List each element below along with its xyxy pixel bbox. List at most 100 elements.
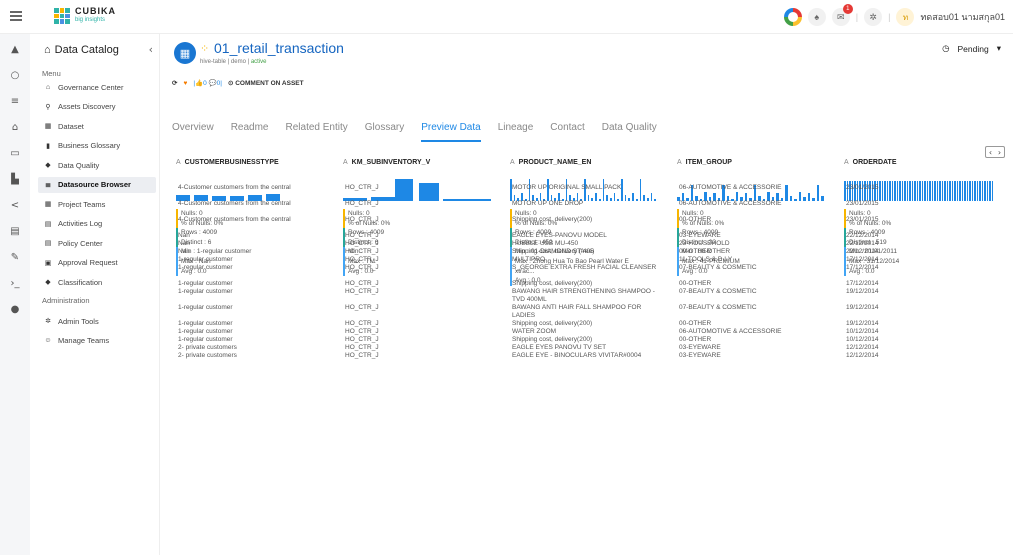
asset-tabs: Overview Readme Related Entity Glossary Prev… [172,122,657,142]
table-cell: HO_CTR_J [345,200,379,207]
menu-item-datasource-browser[interactable]: ≣ Datasource Browser [38,176,156,193]
table-cell: 1-regular customer [178,256,233,263]
menu-item-classification[interactable]: ◆ Classification [38,274,156,290]
menu-item-activities-log[interactable]: ▤ Activities Log [38,216,156,232]
menu-item-label: Policy Center [58,238,103,248]
menu-item-label: Data Quality [58,160,100,170]
bank-icon: ⌂ [44,44,51,56]
like-count[interactable]: |👍0 💬0| [193,79,222,87]
table-cell: 23/01/2015 [846,184,879,191]
heart-icon[interactable]: ♥ [183,80,187,87]
menu-item-governance-center[interactable]: ⌂ Governance Center [38,79,156,95]
circle-icon[interactable]: ○ [8,69,22,83]
tab-readme[interactable]: Readme [231,122,269,142]
bell-icon[interactable]: ♠ [807,8,826,26]
table-cell: 00-OTHER [679,216,712,223]
key-icon[interactable]: ✎ [8,251,22,265]
hive-table-icon: ▦ [174,42,196,64]
table-cell: BAWANG ANTI HAIR FALL SHAMPOO FOR LADIES [512,304,642,319]
menu-item-approval-request[interactable]: ▣ Approval Request [38,255,156,271]
tab-data-quality[interactable]: Data Quality [602,122,657,142]
brand-tagline: big insights [75,17,106,23]
table-cell: 17/12/2014 [846,280,879,287]
home-icon[interactable]: ▲ [8,43,22,57]
tab-lineage[interactable]: Lineage [498,122,534,142]
column-header[interactable]: A ITEM_GROUP [677,159,732,166]
table-cell: 23-HOUSEHOLD [679,240,730,247]
column-nav[interactable]: ‹ › [985,146,1005,158]
menu-item-label: Admin Tools [58,316,99,326]
table-cell: 00-OTHER [679,248,712,255]
loading-spinner-icon: ⁘ [200,42,210,55]
menu-item-data-quality[interactable]: ◆ Data Quality [38,157,156,173]
asset-state: active [250,59,267,65]
comment-on-asset-button[interactable]: ⊙ COMMENT ON ASSET [228,79,304,87]
table-cell: 17/12/2014 [846,264,879,271]
table-cell: EAGLE EYE - BINOCULARS VIVITAR#0004 [512,352,642,359]
menu-item-manage-teams[interactable]: ☺ Manage Teams [38,332,156,348]
share-icon[interactable]: < [8,199,22,213]
table-cell: S_GEORGE EXTRA FRESH FACIAL CLEANSER [512,264,657,271]
chevron-left-icon[interactable]: ‹ [989,148,992,157]
column-header[interactable]: A KM_SUBINVENTORY_V [343,159,430,166]
table-cell: 12/12/2014 [846,352,879,359]
admin-section-label: Administration [42,296,90,305]
logo-mark-icon [54,8,70,24]
table-cell: 1-regular customer [178,328,233,335]
type-badge: A [343,159,348,166]
menu-item-label: Project Teams [58,199,106,209]
column-header[interactable]: A CUSTOMERBUSINESSTYPE [176,159,279,166]
table-cell: MULTIPRO [512,256,546,263]
table-cell: 03-EYEWARE [679,232,721,239]
table-cell: 03-EYEWARE [679,352,721,359]
refresh-icon[interactable]: ⟳ [172,79,177,87]
username[interactable]: ทดสอบ01 นามสกุล01 [920,10,1005,24]
menu-item-business-glossary[interactable]: ▮ Business Glossary [38,138,156,154]
tab-glossary[interactable]: Glossary [365,122,404,142]
table-cell: HO_CTR_J [345,216,379,223]
menu-item-policy-center[interactable]: ▤ Policy Center [38,235,156,251]
bank-icon: ⌂ [45,83,51,91]
chart-icon[interactable]: ▙ [8,173,22,187]
chevron-down-icon: ▾ [996,43,1001,53]
apps-ring-icon[interactable] [783,8,802,26]
avatar[interactable]: ท [896,8,915,26]
menu-item-label: Assets Discovery [58,102,116,111]
table-cell: BAWANG HAIR STRENGTHENING SHAMPOO - TVD … [512,288,655,303]
chevron-right-icon[interactable]: › [998,148,1001,157]
column-header[interactable]: A ORDERDATE [844,159,897,166]
status-dropdown[interactable]: ◷ Pending ▾ [942,43,1001,54]
asset-type: hive-table [200,59,227,65]
table-cell: 06-AUTOMOTIVE & ACCESSORIE [679,184,782,191]
tab-overview[interactable]: Overview [172,122,214,142]
menu-item-dataset[interactable]: ▦ Dataset [38,118,156,134]
monitor-icon[interactable]: ▭ [8,147,22,161]
asset-meta: hive-table | demo | active [200,59,267,65]
tab-related-entity[interactable]: Related Entity [286,122,348,142]
table-cell: Shipping cost, delivery(200) [512,320,593,327]
settings-icon[interactable]: ✲ [864,8,883,26]
menu-item-admin-tools[interactable]: ✲ Admin Tools [38,313,156,329]
shield-icon: ◆ [45,162,51,169]
asset-project[interactable]: demo [231,59,246,65]
hamburger-menu-icon[interactable] [10,11,22,21]
storage-icon[interactable]: ▤ [8,225,22,239]
terminal-icon[interactable]: ›_ [8,277,22,291]
layers-icon[interactable]: ≡ [8,95,22,109]
tab-contact[interactable]: Contact [550,122,584,142]
table-cell: WATER ZOOM [512,328,557,335]
menu-item-project-teams[interactable]: ▦ Project Teams [38,196,156,212]
asset-actions: ⟳ ♥ |👍0 💬0| ⊙ COMMENT ON ASSET [172,79,304,88]
type-badge: A [677,159,682,166]
bank-icon[interactable]: ⌂ [8,121,22,135]
menu-item-label: Classification [58,277,103,287]
collapse-chevron-icon[interactable]: ‹ [149,43,153,56]
user-icon[interactable]: ● [8,303,22,317]
top-bar: CUBIKA big insights ♠ ✉ 1 | ✲ | ท ทดสอบ01… [0,0,1013,34]
column-header[interactable]: A PRODUCT_NAME_EN [510,159,591,166]
menu-item-label: Business Glossary [58,141,121,150]
megaphone-icon[interactable]: ✉ 1 [831,4,853,26]
tab-preview-data[interactable]: Preview Data [421,122,481,142]
menu-item-assets-discovery[interactable]: ⚲ Assets Discovery [38,99,156,115]
table-cell: Nan [178,248,190,255]
